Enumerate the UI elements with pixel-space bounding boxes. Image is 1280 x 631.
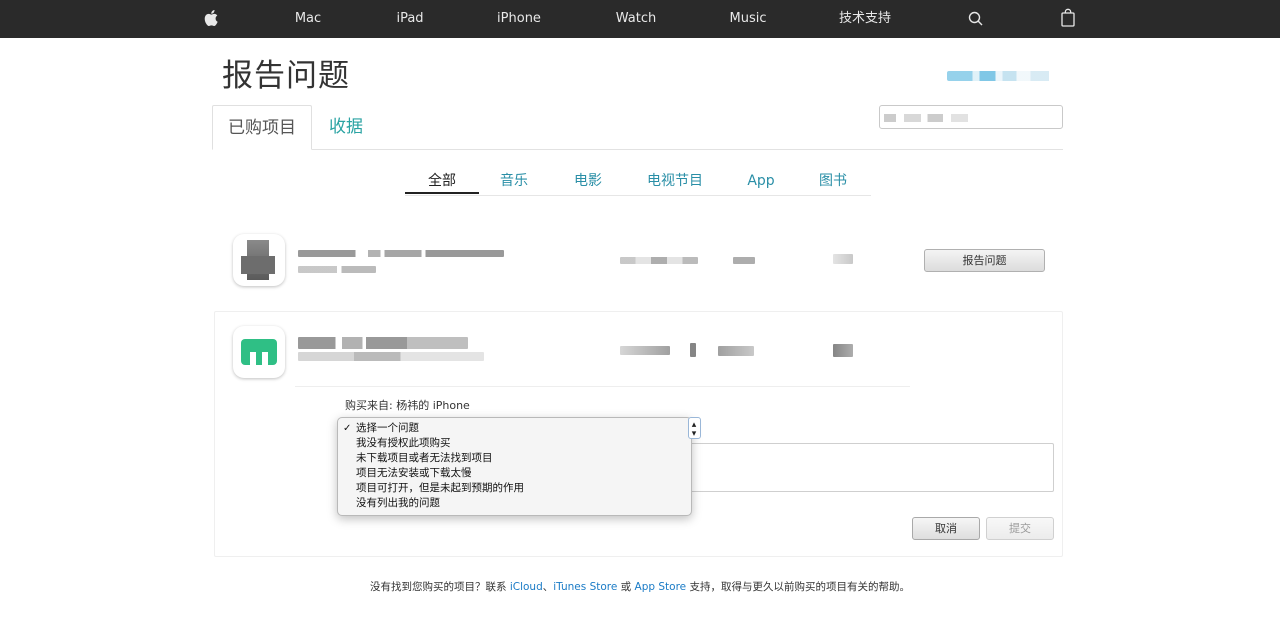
category-tv-shows[interactable]: 电视节目	[640, 170, 710, 194]
app-icon	[233, 234, 285, 286]
nav-item-support[interactable]: 技术支持	[834, 0, 896, 38]
cancel-button[interactable]: 取消	[912, 517, 980, 540]
row-divider	[295, 386, 910, 387]
app-name-redacted	[298, 337, 468, 349]
checkmark-icon: ✓	[343, 423, 352, 434]
tab-purchased[interactable]: 已购项目	[212, 105, 312, 150]
category-all[interactable]: 全部	[405, 170, 479, 194]
global-nav: Mac iPad iPhone Watch Music 技术支持	[0, 0, 1280, 38]
app-icon	[233, 326, 285, 378]
category-music[interactable]: 音乐	[488, 170, 540, 194]
account-name-redacted	[947, 71, 1063, 81]
nav-item-iphone[interactable]: iPhone	[490, 0, 548, 38]
category-books[interactable]: 图书	[808, 170, 858, 194]
search-value-redacted	[884, 114, 968, 122]
problem-option[interactable]: 我没有授权此项购买	[338, 436, 691, 451]
app-store-link[interactable]: App Store	[635, 581, 687, 593]
order-id-redacted	[733, 257, 755, 264]
purchased-from-label: 购买来自: 杨祎的 iPhone	[345, 399, 470, 412]
price-redacted	[833, 254, 853, 264]
apple-logo-icon[interactable]	[203, 8, 223, 28]
problem-description-textarea[interactable]	[690, 443, 1054, 492]
search-input[interactable]	[879, 105, 1063, 129]
category-app[interactable]: App	[736, 170, 786, 194]
problem-option[interactable]: 项目无法安装或下载太慢	[338, 466, 691, 481]
purchase-date-redacted	[620, 257, 698, 264]
shopping-bag-icon[interactable]	[1058, 8, 1078, 28]
search-icon[interactable]	[966, 9, 986, 29]
problem-option[interactable]: 没有列出我的问题	[338, 496, 691, 511]
order-id-redacted	[718, 346, 754, 356]
nav-item-music[interactable]: Music	[720, 0, 776, 38]
problem-option[interactable]: 项目可打开，但是未起到预期的作用	[338, 481, 691, 496]
category-divider	[405, 195, 871, 196]
app-name-redacted	[298, 250, 504, 257]
problem-select-dropdown[interactable]: ✓ 选择一个问题 我没有授权此项购买 未下载项目或者无法找到项目 项目无法安装或下…	[337, 417, 692, 516]
price-redacted	[833, 344, 853, 357]
category-movies[interactable]: 电影	[562, 170, 614, 194]
tab-receipts[interactable]: 收据	[312, 105, 380, 150]
order-id-redacted	[690, 343, 696, 357]
problem-option[interactable]: 未下载项目或者无法找到项目	[338, 451, 691, 466]
problem-option[interactable]: ✓ 选择一个问题	[338, 421, 691, 436]
select-arrows-icon[interactable]: ▴▾	[688, 417, 701, 439]
submit-button[interactable]: 提交	[986, 517, 1054, 540]
app-subtitle-redacted	[298, 352, 484, 361]
itunes-store-link[interactable]: iTunes Store	[553, 581, 617, 593]
nav-item-watch[interactable]: Watch	[608, 0, 664, 38]
nav-item-ipad[interactable]: iPad	[386, 0, 434, 38]
help-footer: 没有找到您购买的项目？联系 iCloud、iTunes Store 或 App …	[370, 581, 910, 593]
page-title: 报告问题	[222, 58, 350, 94]
report-problem-button[interactable]: 报告问题	[924, 249, 1045, 272]
nav-item-mac[interactable]: Mac	[284, 0, 332, 38]
purchase-date-redacted	[620, 346, 670, 355]
app-subtitle-redacted	[298, 266, 376, 273]
icloud-link[interactable]: iCloud	[510, 581, 543, 593]
